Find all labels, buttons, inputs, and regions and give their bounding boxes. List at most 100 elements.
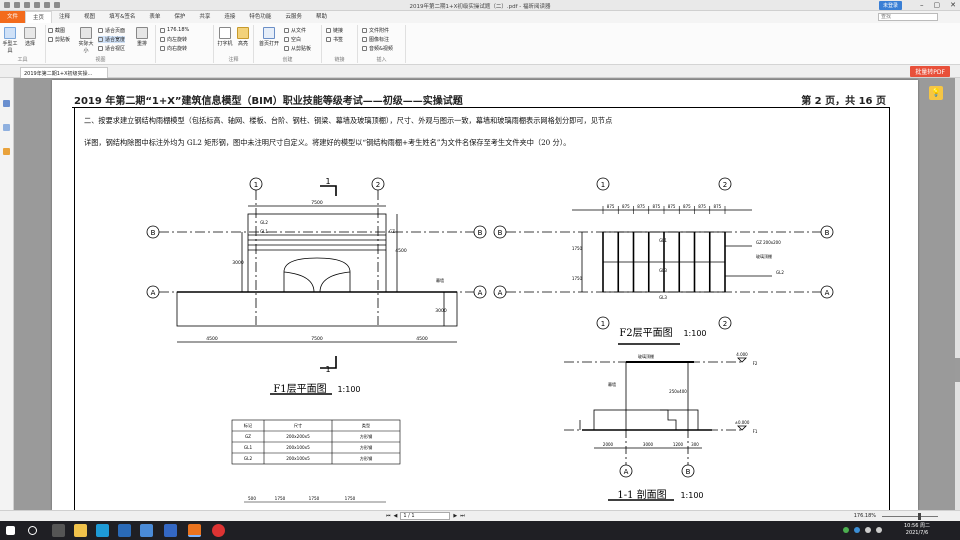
section-mark-top-label: 1 (325, 177, 330, 186)
recorder-icon[interactable] (212, 524, 225, 537)
highlight-button[interactable]: 高亮 (235, 27, 251, 47)
rotate-left-label: 向左旋转 (167, 37, 188, 43)
scrollbar-thumb[interactable] (955, 358, 960, 382)
section-beam-size-label: 250x400 (669, 389, 687, 394)
document-tab[interactable]: 2019年第二期1+X初级实操... (20, 67, 108, 78)
system-clock[interactable]: 10:56 周二 2021/7/6 (904, 523, 930, 537)
tab-file[interactable]: 文件 (0, 11, 26, 23)
tab-cloud[interactable]: 云服务 (278, 11, 309, 23)
table-cell: 方形钢 (360, 455, 373, 462)
f2-axis-1-label: 1 (601, 181, 605, 189)
fit-visible-label: 适合视区 (105, 46, 126, 52)
bookmarks-panel-icon[interactable] (3, 100, 10, 107)
open-homepage-button[interactable]: 首页打开 (258, 27, 280, 47)
fit-width-button[interactable]: 适合宽度 (98, 36, 126, 43)
section-level-f1-value: ±0.000 (735, 420, 750, 425)
login-button[interactable]: 未登录 (878, 1, 902, 10)
from-clipboard-button[interactable]: 从剪贴板 (284, 45, 311, 52)
comments-panel-icon[interactable] (3, 148, 10, 155)
batch-convert-pdf-button[interactable]: 批量转PDF (910, 66, 950, 77)
blank-button[interactable]: 空白 (284, 36, 301, 43)
audio-video-button[interactable]: 音频&视频 (362, 45, 393, 52)
wechat-tray-icon[interactable] (843, 527, 849, 533)
edge-browser-icon[interactable] (96, 524, 109, 537)
task-view-icon[interactable] (52, 524, 65, 537)
tab-home[interactable]: 主页 (25, 11, 53, 23)
bookmark-icon (326, 37, 331, 42)
tab-connect[interactable]: 连接 (217, 11, 242, 23)
f2-gl3-bottom-label: GL3 (659, 295, 667, 300)
from-file-label: 从文件 (291, 28, 307, 34)
tab-help[interactable]: 帮助 (309, 11, 334, 23)
windows-start-icon[interactable] (6, 526, 15, 535)
select-tool-button[interactable]: 选择 (22, 27, 38, 47)
zoom-slider[interactable] (882, 513, 938, 520)
f1-door-swing-right (319, 271, 351, 293)
minimize-icon[interactable]: – (920, 1, 924, 9)
vertical-scrollbar[interactable] (955, 78, 960, 510)
rotate-right-button[interactable]: 向右旋转 (160, 45, 187, 52)
store-icon[interactable] (118, 524, 131, 537)
f1-door-opening (283, 257, 351, 292)
tab-comment[interactable]: 注释 (52, 11, 77, 23)
hand-tool-button[interactable]: 手型工具 (2, 27, 18, 54)
clipboard-button[interactable]: 剪贴板 (48, 36, 70, 43)
f2-top-dim-label: 875 (607, 204, 615, 209)
fit-page-button[interactable]: 适合页面 (98, 27, 125, 34)
last-page-icon[interactable]: ⏭ (460, 513, 465, 519)
f2-gl1-label: GL1 (659, 238, 667, 243)
typewriter-button[interactable]: 打字机 (217, 27, 233, 47)
bookmark-button[interactable]: 书签 (326, 36, 343, 43)
foxit-reader-icon[interactable] (188, 524, 201, 537)
page-number-input[interactable]: 1 / 1 (400, 512, 451, 520)
volume-icon[interactable] (876, 527, 882, 533)
search-icon[interactable] (28, 526, 37, 535)
f1-step-platform (176, 291, 458, 327)
f1-axis-2-label: 2 (376, 181, 380, 189)
f1-step-dim: 3000 (435, 308, 447, 314)
group-label-tools: 工具 (17, 57, 28, 63)
reflow-button[interactable]: 重排 (134, 27, 150, 47)
prev-page-icon[interactable]: ◀ (394, 513, 398, 519)
link-button[interactable]: 链接 (326, 27, 343, 34)
first-page-icon[interactable]: ⏮ (386, 513, 391, 519)
tab-features[interactable]: 特色功能 (242, 11, 278, 23)
tab-form[interactable]: 表单 (142, 11, 167, 23)
mail-icon[interactable] (140, 524, 153, 537)
tab-fill-sign[interactable]: 填写&签名 (102, 11, 142, 23)
next-page-icon[interactable]: ▶ (453, 513, 457, 519)
file-explorer-icon[interactable] (74, 524, 87, 537)
f2-axis-a-label: A (498, 289, 503, 297)
zoom-icon (160, 27, 165, 33)
snapshot-button[interactable]: 截图 (48, 27, 65, 34)
file-attachment-button[interactable]: 文件附件 (362, 27, 389, 34)
table-cell: GZ (245, 434, 251, 439)
page-icon (80, 27, 92, 39)
from-file-button[interactable]: 从文件 (284, 27, 306, 34)
clipboard-label: 剪贴板 (55, 37, 71, 43)
zoom-select[interactable]: 176.18% (160, 27, 189, 33)
tab-protect[interactable]: 保护 (167, 11, 192, 23)
pages-panel-icon[interactable] (3, 124, 10, 131)
qq-tray-icon[interactable] (854, 527, 860, 533)
rotate-left-button[interactable]: 向左旋转 (160, 36, 187, 43)
table-cell: 200x100x5 (286, 456, 310, 461)
fit-visible-button[interactable]: 适合视区 (98, 45, 125, 52)
f2-top-dim-label: 875 (714, 204, 722, 209)
tab-view[interactable]: 视图 (77, 11, 102, 23)
zoom-slider-thumb[interactable] (918, 513, 921, 520)
hand-icon (4, 27, 16, 39)
actual-size-button[interactable]: 实际大小 (78, 27, 94, 54)
close-icon[interactable]: ✕ (950, 1, 956, 9)
network-icon[interactable] (865, 527, 871, 533)
lightbulb-icon[interactable]: 💡 (929, 86, 943, 100)
attachment-icon (362, 28, 367, 33)
zoom-level[interactable]: 176.18% (854, 513, 876, 519)
tab-share[interactable]: 共享 (192, 11, 217, 23)
search-input[interactable] (878, 13, 938, 21)
maximize-icon[interactable]: ▢ (934, 1, 941, 9)
revit-icon[interactable] (164, 524, 177, 537)
section-dim-3: 1200 (673, 442, 684, 447)
bottom-dim-4: 1750 (345, 496, 356, 501)
image-annotation-button[interactable]: 图像标注 (362, 36, 389, 43)
